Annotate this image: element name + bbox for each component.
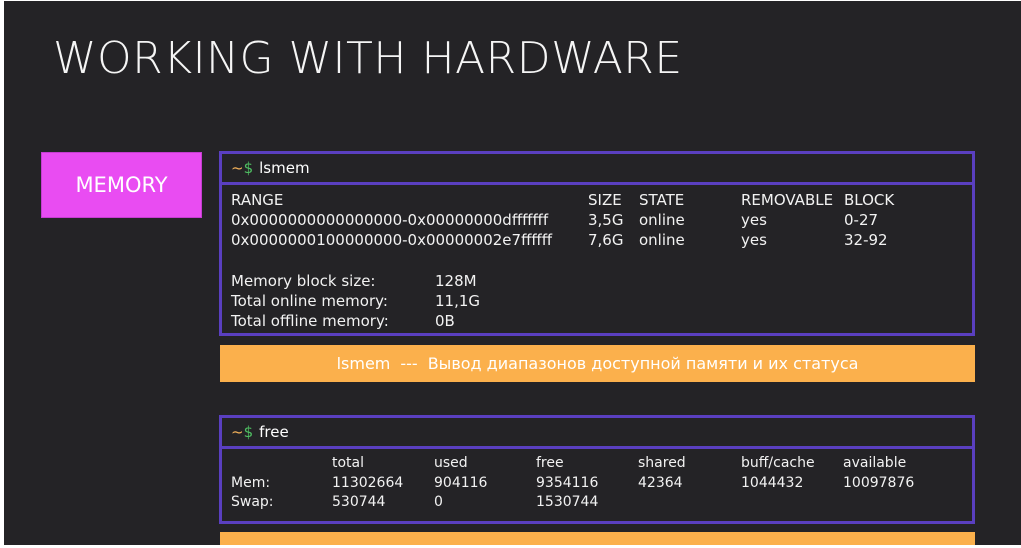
- free-command-line: ~ $ free: [222, 418, 972, 449]
- free-header-total: total: [332, 455, 365, 471]
- summary-label-online: Total online memory:: [231, 292, 388, 310]
- free-output: total used free shared buff/cache availa…: [222, 449, 972, 521]
- free-row-mem-available: 10097876: [843, 475, 915, 491]
- lsmem-row-2-range: 0x0000000100000000-0x00000002e7ffffff: [231, 231, 553, 249]
- free-header-shared: shared: [638, 455, 686, 471]
- lsmem-terminal: ~ $ lsmem RANGE SIZE STATE REMOVABLE BLO…: [219, 151, 975, 336]
- slide: WORKING WITH HARDWARE MEMORY ~ $ lsmem R…: [4, 1, 1021, 545]
- free-command: free: [259, 423, 289, 441]
- free-row-swap-used: 0: [434, 494, 443, 510]
- lsmem-header-block: BLOCK: [844, 191, 895, 209]
- prompt-dollar: $: [243, 423, 254, 441]
- free-row-mem-total: 11302664: [332, 475, 404, 491]
- summary-value-online: 11,1G: [435, 292, 481, 310]
- section-badge-memory: MEMORY: [41, 152, 202, 218]
- lsmem-header-removable: REMOVABLE: [741, 191, 834, 209]
- free-row-mem-free: 9354116: [536, 475, 599, 491]
- summary-label-offline: Total offline memory:: [231, 312, 389, 330]
- slide-title: WORKING WITH HARDWARE: [53, 33, 683, 84]
- free-row-mem-buff-cache: 1044432: [741, 475, 804, 491]
- lsmem-row-1-size: 3,5G: [588, 211, 624, 229]
- free-row-swap-total: 530744: [332, 494, 386, 510]
- prompt-dollar: $: [243, 159, 254, 177]
- lsmem-header-size: SIZE: [588, 191, 622, 209]
- lsmem-row-1-state: online: [639, 211, 685, 229]
- free-header-used: used: [434, 455, 468, 471]
- free-row-swap-label: Swap:: [231, 494, 274, 510]
- free-row-mem-label: Mem:: [231, 475, 271, 491]
- lsmem-row-1-range: 0x0000000000000000-0x00000000dfffffff: [231, 211, 549, 229]
- free-row-mem-used: 904116: [434, 475, 488, 491]
- lsmem-row-2-block: 32-92: [844, 231, 888, 249]
- free-row-mem-shared: 42364: [638, 475, 683, 491]
- summary-label-block-size: Memory block size:: [231, 272, 376, 290]
- note-dashes: ---: [400, 354, 418, 373]
- free-header-buff-cache: buff/cache: [741, 455, 815, 471]
- free-terminal: ~ $ free total used free shared buff/cac…: [219, 415, 975, 524]
- lsmem-row-2-size: 7,6G: [588, 231, 624, 249]
- lsmem-command-line: ~ $ lsmem: [222, 154, 972, 185]
- lsmem-header-state: STATE: [639, 191, 685, 209]
- free-row-swap-free: 1530744: [536, 494, 599, 510]
- lsmem-row-1-block: 0-27: [844, 211, 879, 229]
- free-header-free: free: [536, 455, 564, 471]
- lsmem-command: lsmem: [259, 159, 310, 177]
- summary-value-offline: 0B: [435, 312, 455, 330]
- lsmem-output: RANGE SIZE STATE REMOVABLE BLOCK 0x00000…: [222, 185, 972, 333]
- lsmem-row-2-state: online: [639, 231, 685, 249]
- prompt-tilde: ~: [231, 159, 244, 177]
- lsmem-note-bar: lsmem --- Вывод диапазонов доступной пам…: [220, 345, 975, 382]
- note-text: Вывод диапазонов доступной памяти и их с…: [427, 354, 859, 373]
- lsmem-header-range: RANGE: [231, 191, 284, 209]
- free-header-available: available: [843, 455, 907, 471]
- summary-value-block-size: 128M: [435, 272, 477, 290]
- note-command: lsmem: [336, 354, 391, 373]
- free-note-bar: [220, 532, 975, 545]
- prompt-tilde: ~: [231, 423, 244, 441]
- lsmem-row-1-removable: yes: [741, 211, 767, 229]
- lsmem-row-2-removable: yes: [741, 231, 767, 249]
